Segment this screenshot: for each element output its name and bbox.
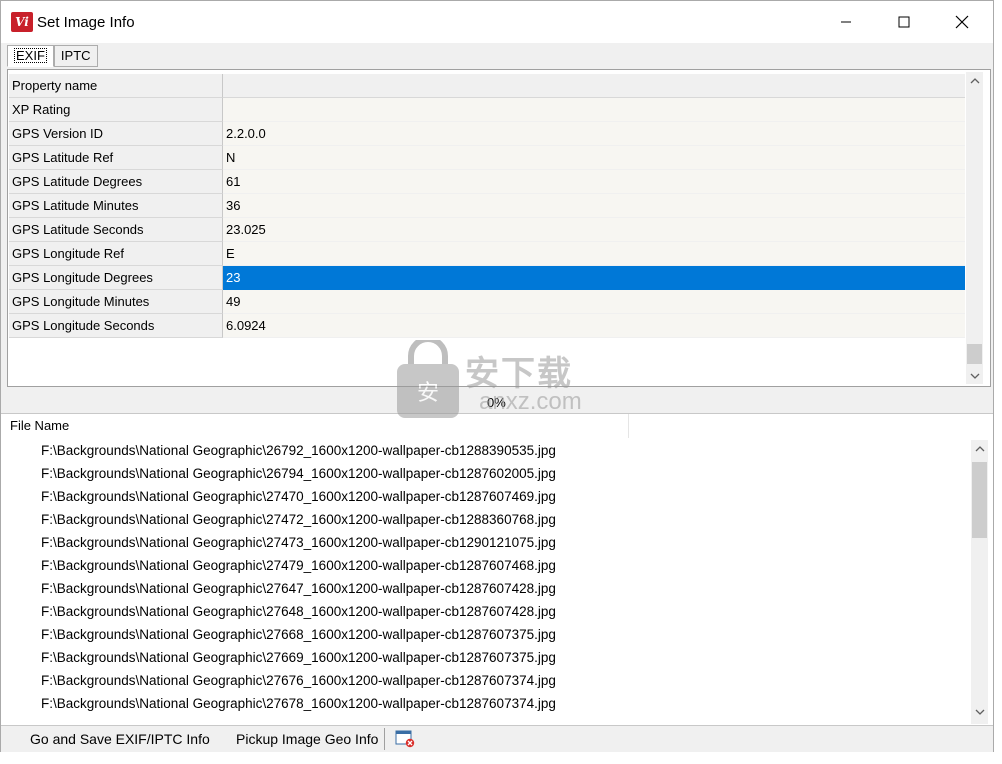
property-value[interactable]: N bbox=[223, 146, 965, 170]
property-row[interactable]: GPS Version ID 2.2.0.0 bbox=[9, 122, 965, 146]
list-item[interactable]: F:\Backgrounds\National Geographic\26794… bbox=[41, 462, 961, 485]
property-name-header[interactable]: Property name bbox=[9, 74, 223, 98]
file-list: F:\Backgrounds\National Geographic\26792… bbox=[41, 439, 961, 715]
tab-exif[interactable]: EXIF bbox=[7, 45, 54, 67]
property-row-selected[interactable]: GPS Longitude Degrees 23 bbox=[9, 266, 965, 290]
scroll-down-button[interactable] bbox=[966, 367, 983, 384]
property-name: GPS Latitude Minutes bbox=[9, 194, 223, 218]
property-row[interactable]: GPS Longitude Minutes 49 bbox=[9, 290, 965, 314]
list-item[interactable]: F:\Backgrounds\National Geographic\27470… bbox=[41, 485, 961, 508]
set-image-info-window: Vi Set Image Info EXIF IPTC Property nam… bbox=[0, 0, 994, 752]
scroll-up-button[interactable] bbox=[966, 72, 983, 89]
property-row[interactable]: GPS Latitude Ref N bbox=[9, 146, 965, 170]
property-row[interactable]: GPS Latitude Degrees 61 bbox=[9, 170, 965, 194]
property-row[interactable]: GPS Longitude Ref E bbox=[9, 242, 965, 266]
property-row[interactable]: GPS Longitude Seconds 6.0924 bbox=[9, 314, 965, 338]
property-grid-header: Property name bbox=[9, 74, 965, 98]
property-row[interactable]: XP Rating bbox=[9, 98, 965, 122]
scroll-up-button[interactable] bbox=[971, 440, 988, 457]
list-item[interactable]: F:\Backgrounds\National Geographic\27473… bbox=[41, 531, 961, 554]
chevron-up-icon bbox=[975, 445, 984, 451]
property-value[interactable]: E bbox=[223, 242, 965, 266]
property-value[interactable]: 61 bbox=[223, 170, 965, 194]
property-name: GPS Longitude Ref bbox=[9, 242, 223, 266]
property-grid-scrollbar[interactable] bbox=[966, 72, 983, 384]
property-name: GPS Longitude Minutes bbox=[9, 290, 223, 314]
scroll-thumb[interactable] bbox=[967, 344, 982, 364]
close-icon bbox=[955, 15, 969, 29]
list-item[interactable]: F:\Backgrounds\National Geographic\27472… bbox=[41, 508, 961, 531]
file-name-column-header[interactable]: File Name bbox=[1, 414, 629, 438]
list-item[interactable]: F:\Backgrounds\National Geographic\27648… bbox=[41, 600, 961, 623]
property-value-header[interactable] bbox=[223, 74, 965, 98]
property-grid-rows: Property name XP Rating GPS Version ID 2… bbox=[9, 74, 965, 338]
property-value[interactable]: 6.0924 bbox=[223, 314, 965, 338]
property-name: GPS Longitude Degrees bbox=[9, 266, 223, 290]
property-value[interactable]: 2.2.0.0 bbox=[223, 122, 965, 146]
list-item[interactable]: F:\Backgrounds\National Geographic\27669… bbox=[41, 646, 961, 669]
progress-text: 0% bbox=[487, 395, 506, 410]
list-item[interactable]: F:\Backgrounds\National Geographic\27647… bbox=[41, 577, 961, 600]
bottom-toolbar: Go and Save EXIF/IPTC Info Pickup Image … bbox=[1, 725, 993, 752]
app-icon: Vi bbox=[11, 12, 33, 32]
go-and-save-button[interactable]: Go and Save EXIF/IPTC Info bbox=[30, 729, 210, 749]
list-item[interactable]: F:\Backgrounds\National Geographic\26792… bbox=[41, 439, 961, 462]
tab-bar: EXIF IPTC bbox=[7, 45, 98, 67]
toolbar-separator bbox=[384, 728, 385, 750]
file-list-scrollbar[interactable] bbox=[971, 440, 988, 724]
tab-iptc[interactable]: IPTC bbox=[53, 45, 98, 67]
property-name: GPS Longitude Seconds bbox=[9, 314, 223, 338]
property-row[interactable]: GPS Latitude Seconds 23.025 bbox=[9, 218, 965, 242]
chevron-down-icon bbox=[970, 373, 979, 379]
file-list-panel: File Name F:\Backgrounds\National Geogra… bbox=[1, 413, 993, 726]
property-grid: Property name XP Rating GPS Version ID 2… bbox=[7, 69, 991, 387]
property-name: GPS Latitude Degrees bbox=[9, 170, 223, 194]
list-item[interactable]: F:\Backgrounds\National Geographic\27676… bbox=[41, 669, 961, 692]
list-item[interactable]: F:\Backgrounds\National Geographic\27678… bbox=[41, 692, 961, 715]
property-value[interactable]: 23.025 bbox=[223, 218, 965, 242]
property-name: GPS Latitude Seconds bbox=[9, 218, 223, 242]
property-value[interactable] bbox=[223, 98, 965, 122]
scroll-thumb[interactable] bbox=[972, 462, 987, 538]
close-button[interactable] bbox=[933, 1, 991, 43]
tab-iptc-label: IPTC bbox=[60, 48, 91, 63]
list-item[interactable]: F:\Backgrounds\National Geographic\27479… bbox=[41, 554, 961, 577]
tab-exif-label: EXIF bbox=[14, 48, 47, 63]
minimize-button[interactable] bbox=[817, 1, 875, 43]
chevron-down-icon bbox=[975, 709, 984, 715]
title-bar: Vi Set Image Info bbox=[1, 1, 993, 43]
list-item[interactable]: F:\Backgrounds\National Geographic\27668… bbox=[41, 623, 961, 646]
maximize-icon bbox=[898, 16, 910, 28]
maximize-button[interactable] bbox=[875, 1, 933, 43]
property-name: GPS Latitude Ref bbox=[9, 146, 223, 170]
property-row[interactable]: GPS Latitude Minutes 36 bbox=[9, 194, 965, 218]
pickup-geo-info-button[interactable]: Pickup Image Geo Info bbox=[236, 729, 378, 749]
scroll-down-button[interactable] bbox=[971, 703, 988, 720]
property-name: XP Rating bbox=[9, 98, 223, 122]
property-value[interactable]: 36 bbox=[223, 194, 965, 218]
property-name: GPS Version ID bbox=[9, 122, 223, 146]
window-close-icon[interactable] bbox=[395, 730, 415, 748]
property-value[interactable]: 23 bbox=[223, 266, 965, 290]
chevron-up-icon bbox=[970, 77, 979, 83]
property-value[interactable]: 49 bbox=[223, 290, 965, 314]
minimize-icon bbox=[841, 21, 851, 23]
window-title: Set Image Info bbox=[37, 14, 135, 31]
